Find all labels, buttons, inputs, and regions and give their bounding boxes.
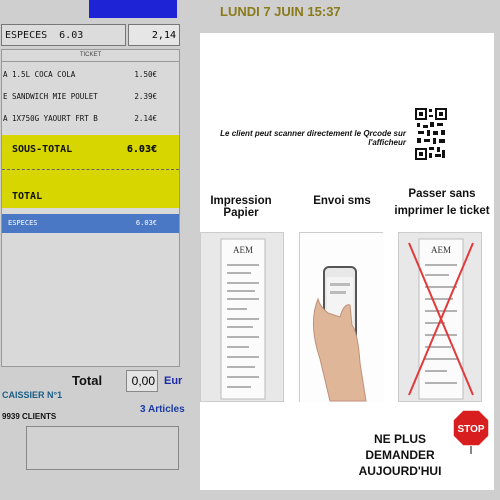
payment-mode-field[interactable]: ESPECES 6.03 [1,24,126,46]
option-sms-button[interactable] [299,232,384,403]
ticket-line-price: 2.14€ [134,114,157,123]
stop-message: NE PLUS DEMANDER AUJOURD'HUI [358,432,442,478]
receipt-icon: AEM [220,238,266,400]
ticket-line[interactable]: E SANDWICH MIE POULET 2.39€ [2,84,179,106]
total-row: TOTAL 6.03€ [2,144,179,208]
ticket-line-label: A 1X750G YAOURT FRT B [3,114,98,123]
ticket-line[interactable]: A 1.5L COCA COLA 1.50€ [2,62,179,84]
pos-screen: LUNDI 7 JUIN 15:37 ESPECES 6.03 2,14 TICK… [0,0,500,500]
currency-label: Eur [164,375,183,387]
ticket-panel: TICKET A 1.5L COCA COLA 1.50€ E SANDWICH… [1,49,180,367]
footer-total-field[interactable]: 0,00 [126,370,158,392]
phone-hand-icon [300,233,384,403]
ticket-line-price: 2.39€ [134,92,157,101]
payment-mode-amount: 6.03 [59,30,84,41]
option-paper-label: Impression Papier [210,195,272,219]
ticket-title: TICKET [2,50,179,62]
receipt-brand: AEM [431,245,451,255]
total-amount: 6.03€ [126,144,157,155]
clients-count: 9939 CLIENTS [2,412,57,421]
articles-count: 3 Articles [140,404,185,415]
payment-row-amount: 6.03€ [135,219,157,227]
separator [2,169,179,182]
receipt-brand: AEM [233,245,253,255]
ticket-line-label: A 1.5L COCA COLA [3,70,76,79]
receipt-crossed-icon: AEM [408,238,474,400]
qr-message: Le client peut scanner directement le Qr… [220,129,406,147]
subtotal-label: SOUS-TOTAL [12,144,73,155]
option-sms-label: Envoi sms [313,195,371,207]
stop-sign-icon[interactable]: STOP [451,408,491,454]
stop-sign-text: STOP [457,424,484,435]
option-none-button[interactable]: AEM [398,232,482,402]
message-box [26,426,179,470]
footer-total-label: Total [72,373,103,388]
customer-display-panel: Le client peut scanner directement le Qr… [200,33,494,490]
payment-mode-label: ESPECES [5,30,48,41]
total-label: TOTAL [12,191,43,202]
cashier-label: CAISSIER N°1 [2,390,63,400]
header-blue-bar [89,0,177,18]
date-time: LUNDI 7 JUIN 15:37 [220,4,341,19]
option-paper-button[interactable]: AEM [200,232,284,402]
payment-row-label: ESPECES [8,219,38,227]
option-none-label: Passer sans imprimer le ticket [394,188,490,217]
subtotal-band: SOUS-TOTAL 6.03€ TOTAL 6.03€ [2,135,179,208]
payment-mode-total[interactable]: 2,14 [128,24,180,46]
ticket-line-price: 1.50€ [134,70,157,79]
payment-row[interactable]: ESPECES 6.03€ [2,214,179,233]
ticket-line[interactable]: A 1X750G YAOURT FRT B 2.14€ [2,106,179,128]
ticket-line-label: E SANDWICH MIE POULET [3,92,98,101]
qr-code-icon [415,108,447,160]
